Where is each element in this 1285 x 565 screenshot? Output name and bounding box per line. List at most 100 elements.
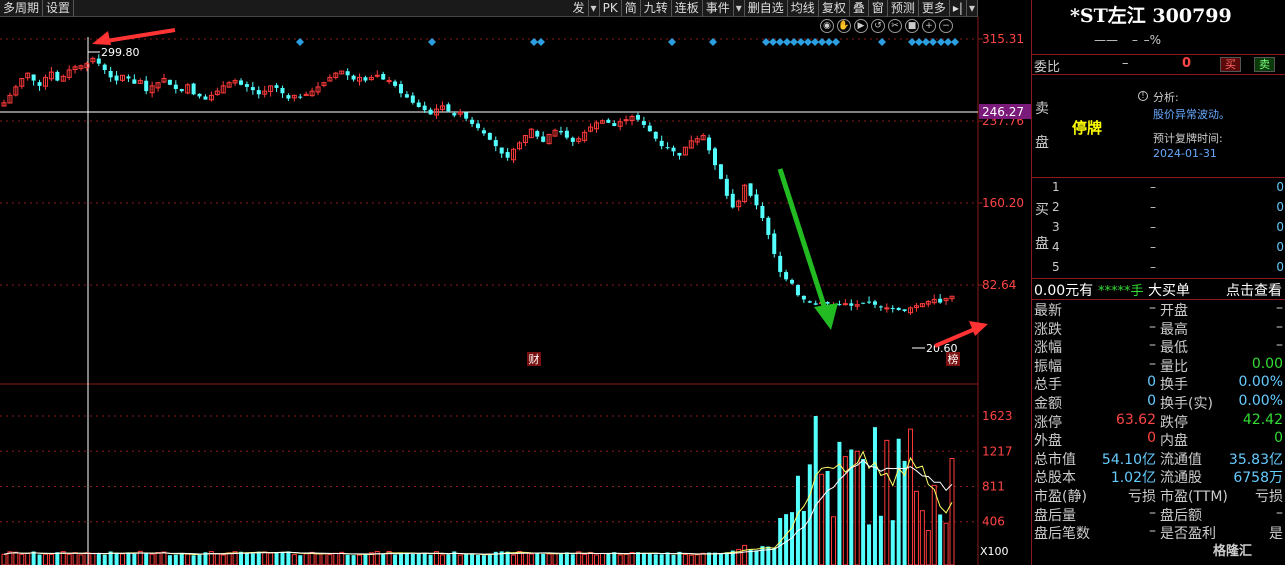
candle-body: [772, 233, 777, 254]
view-big-orders-link[interactable]: 点击查看: [1226, 280, 1282, 300]
candle-body: [345, 71, 350, 76]
volume-bar: [682, 554, 688, 565]
candle-body: [671, 147, 676, 152]
volume-bar: [665, 552, 670, 565]
candle-body: [861, 302, 866, 304]
zoom-in-icon[interactable]: +: [922, 19, 936, 33]
volume-bar: [653, 554, 658, 565]
signal-diamond-icon: [922, 38, 930, 46]
volume-bar: [913, 490, 919, 565]
volume-bar: [772, 547, 777, 565]
toolbar-left-group: 多周期 设置: [0, 0, 75, 17]
stock-title: *ST左江 300799: [1070, 5, 1232, 27]
toolbar-item[interactable]: 窗: [869, 0, 888, 17]
toolbar-item[interactable]: PK: [600, 0, 622, 17]
volume-bar: [724, 552, 729, 565]
volume-bar: [541, 553, 546, 565]
sell-button[interactable]: 卖: [1254, 57, 1275, 72]
zoom-out-icon[interactable]: −: [939, 19, 953, 33]
volume-bar: [339, 551, 345, 565]
more-arrow-icon[interactable]: ▾: [967, 0, 978, 17]
signal-diamond-icon: [825, 38, 833, 46]
toolbar-item[interactable]: 叠: [850, 0, 869, 17]
buy-button[interactable]: 买: [1220, 57, 1241, 72]
volume-bar: [878, 515, 883, 565]
weibi-row: 委比 – 0 买 卖: [1032, 55, 1285, 75]
chart-toolbar: 多周期 设置 发 ▾ PK 简九转 连板 事件 ▾ 删自选 均线 复权叠窗预测 更多 ▸| ▾: [0, 0, 978, 17]
buy-level-row: 2–0: [1052, 200, 1284, 214]
chart-tool-icons: ◉ ✋ ▶ ↺ ✂ ■ + −: [820, 19, 953, 33]
toolbar-item[interactable]: 连板: [672, 0, 703, 17]
candle-body: [144, 80, 149, 92]
toolbar-item[interactable]: 删自选: [745, 0, 788, 17]
candle-body: [884, 307, 890, 310]
volume-bar: [439, 554, 445, 565]
candle-body: [167, 79, 172, 85]
stock-change: —— – –%: [1094, 33, 1162, 47]
volume-bar: [345, 554, 350, 565]
volume-bar: [226, 552, 232, 565]
volume-bar: [760, 546, 765, 565]
dropdown-arrow-icon[interactable]: ▾: [734, 0, 745, 17]
toolbar-item[interactable]: 多周期: [0, 0, 44, 17]
volume-bar: [564, 552, 569, 565]
toolbar-item[interactable]: 更多: [919, 0, 950, 17]
candle-body: [535, 131, 540, 137]
play-icon[interactable]: ▶: [854, 19, 868, 33]
volume-bar: [671, 554, 676, 565]
dropdown-arrow-icon[interactable]: ▾: [589, 0, 600, 17]
toolbar-item[interactable]: 简: [622, 0, 641, 17]
volume-bar: [784, 514, 789, 565]
toolbar-item[interactable]: 复权: [819, 0, 850, 17]
quote-row: 盘后笔数 – 是否盈利是: [1034, 523, 1283, 543]
signal-diamond-icon: [537, 38, 545, 46]
quote-row: 外盘 0 内盘 0: [1034, 430, 1283, 450]
volume-bar: [546, 553, 552, 565]
quote-row: 市盈(静) 亏损 市盈(TTM) 亏损: [1034, 488, 1283, 505]
candle-body: [813, 303, 818, 305]
toolbar-item[interactable]: 事件: [703, 0, 734, 17]
volume-bar: [599, 553, 605, 565]
candle-body: [31, 74, 36, 81]
refresh-icon[interactable]: ↺: [871, 19, 885, 33]
kline-chart[interactable]: 315.31237.76160.2082.6416231217811406X10…: [0, 17, 1031, 565]
buy-level-row: 5–0: [1052, 260, 1284, 274]
candles: [1, 54, 955, 315]
candle-body: [286, 95, 291, 99]
toolbar-item[interactable]: 均线: [788, 0, 819, 17]
volume-bar: [280, 552, 285, 565]
analysis-text[interactable]: 股价异常波动。: [1153, 106, 1230, 122]
candle-body: [381, 73, 386, 80]
candle-body: [179, 89, 184, 92]
toolbar-item[interactable]: 九转: [641, 0, 672, 17]
scissors-icon[interactable]: ✂: [888, 19, 902, 33]
hand-icon[interactable]: ✋: [837, 19, 851, 33]
candle-body: [606, 119, 611, 123]
signal-diamond-icon: [944, 38, 952, 46]
candle-body: [363, 77, 368, 81]
signal-diamond-icon: [783, 38, 791, 46]
volume-bar: [629, 552, 635, 565]
volume-bar: [72, 552, 78, 565]
quote-row: 最新 – 开盘 –: [1034, 300, 1283, 319]
candle-body: [398, 84, 403, 94]
lock-icon[interactable]: ■: [905, 19, 919, 33]
volume-bar: [48, 553, 54, 565]
toolbar-item[interactable]: 发: [570, 0, 589, 17]
candle-body: [446, 104, 451, 112]
toolbar-item[interactable]: 设置: [43, 0, 75, 17]
eye-icon[interactable]: ◉: [820, 19, 834, 33]
price-tick-label: 160.20: [982, 196, 1024, 210]
candle-body: [890, 308, 895, 310]
volume-bar: [635, 552, 640, 565]
candle-body: [612, 123, 617, 127]
volume-bar: [801, 510, 806, 565]
volume-bar: [902, 460, 907, 565]
candle-body: [570, 137, 575, 142]
toolbar-item[interactable]: 预测: [888, 0, 919, 17]
volume-bar: [321, 553, 327, 565]
volume-bar: [457, 554, 463, 565]
candle-body: [713, 148, 717, 166]
volume-bar: [742, 544, 748, 565]
expand-panel-icon[interactable]: ▸|: [950, 0, 967, 17]
